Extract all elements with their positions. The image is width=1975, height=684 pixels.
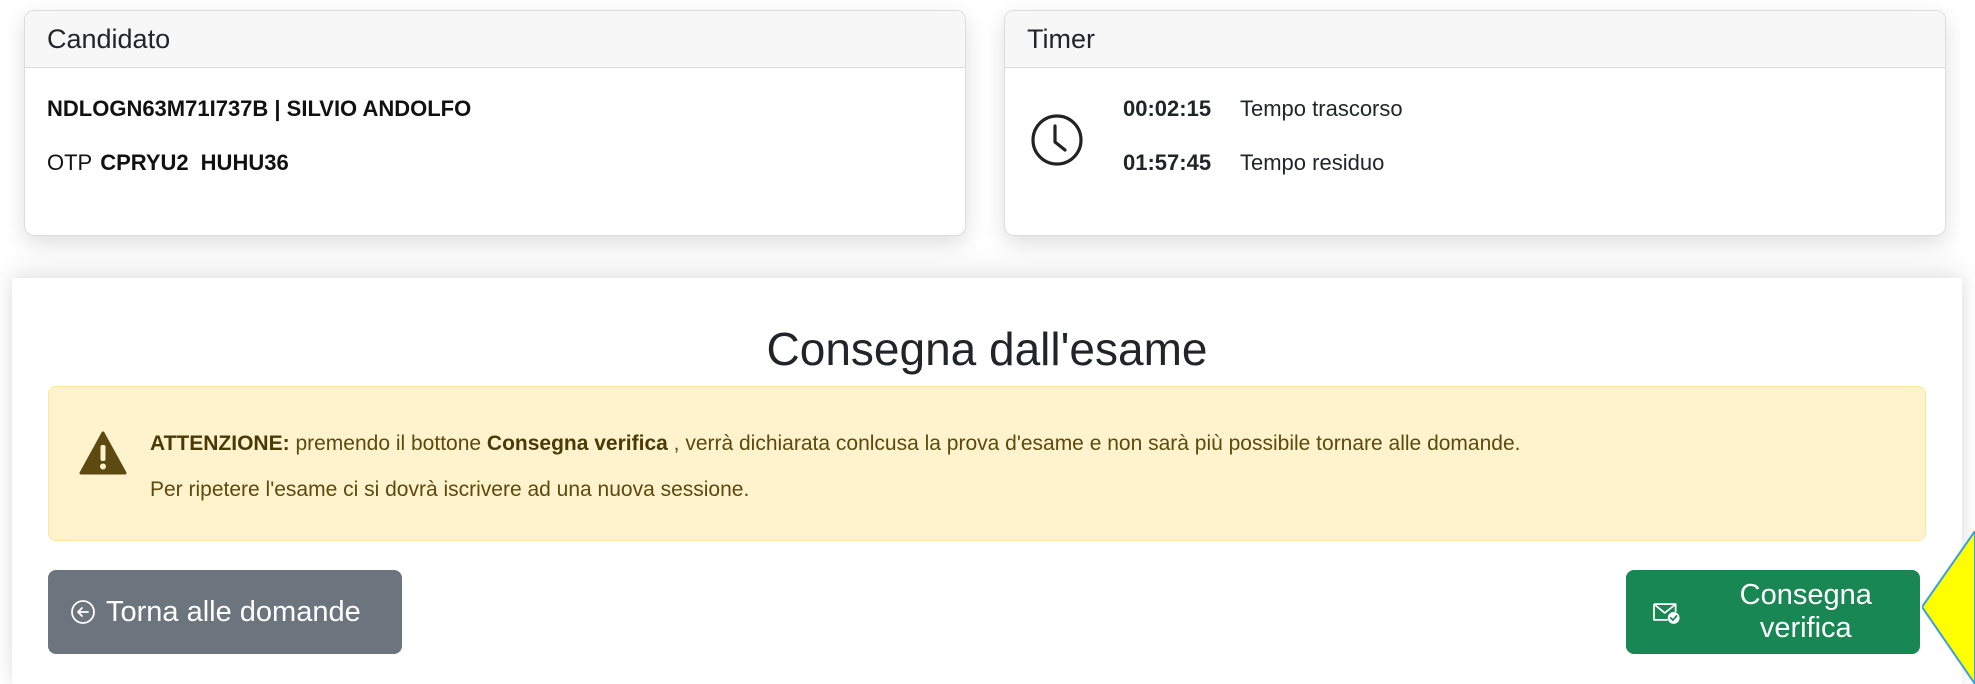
alert-bold-button-ref: Consegna verifica: [486, 432, 668, 455]
submit-exam-panel: Consegna dall'esame ATTENZIONE: premendo…: [12, 278, 1962, 684]
alert-text-b: , verrà dichiarata conlcusa la prova d'e…: [667, 432, 1521, 455]
remaining-time-value: 01:57:45: [1123, 150, 1212, 175]
remaining-time-label: Tempo residuo: [1240, 150, 1385, 175]
timer-card-body: 00:02:15 Tempo trascorso 01:57:45 Tempo re…: [1005, 68, 1945, 235]
otp-code-1: CPRYU2: [100, 150, 189, 175]
remaining-time-row: 01:57:45 Tempo residuo: [1123, 150, 1384, 176]
otp-code-2: HUHU36: [200, 150, 289, 175]
submit-exam-button[interactable]: Consegna verifica: [1626, 570, 1920, 654]
clock-icon: [1031, 114, 1083, 166]
back-button-label: Torna alle domande: [106, 595, 361, 628]
arrow-left-circle-icon: [71, 600, 95, 624]
annotation-arrow-icon: [1922, 531, 1975, 684]
candidate-card: Candidato NDLOGN63M71I737B | SILVIO ANDO…: [24, 10, 966, 236]
warning-icon: [79, 431, 127, 475]
candidate-card-body: NDLOGN63M71I737B | SILVIO ANDOLFO OTP CPR…: [25, 68, 965, 235]
elapsed-time-label: Tempo trascorso: [1240, 96, 1403, 121]
elapsed-time-row: 00:02:15 Tempo trascorso: [1123, 96, 1403, 122]
alert-bold-prefix: ATTENZIONE:: [150, 432, 290, 455]
elapsed-time-value: 00:02:15: [1123, 96, 1212, 121]
back-to-questions-button[interactable]: Torna alle domande: [48, 570, 402, 654]
alert-message-line1: ATTENZIONE: premendo il bottone Consegna…: [150, 432, 1520, 456]
timer-card-header: Timer: [1005, 11, 1945, 68]
envelope-check-icon: [1653, 603, 1680, 624]
otp-label: OTP: [47, 150, 93, 175]
otp-line: OTP CPRYU2 HUHU36: [47, 150, 301, 176]
page-title: Consegna dall'esame: [766, 323, 1208, 375]
candidate-card-header: Candidato: [25, 11, 965, 68]
warning-alert: ATTENZIONE: premendo il bottone Consegna…: [48, 386, 1926, 541]
candidate-id-name: NDLOGN63M71I737B | SILVIO ANDOLFO: [47, 96, 472, 121]
timer-card: Timer 00:02:15 Tempo trascorso 01:57:45 Te…: [1004, 10, 1946, 236]
alert-message-line2: Per ripetere l'esame ci si dovrà iscrive…: [150, 478, 750, 501]
submit-button-label: Consegna verifica: [1739, 579, 1872, 644]
alert-text-a: premendo il bottone: [289, 432, 487, 455]
